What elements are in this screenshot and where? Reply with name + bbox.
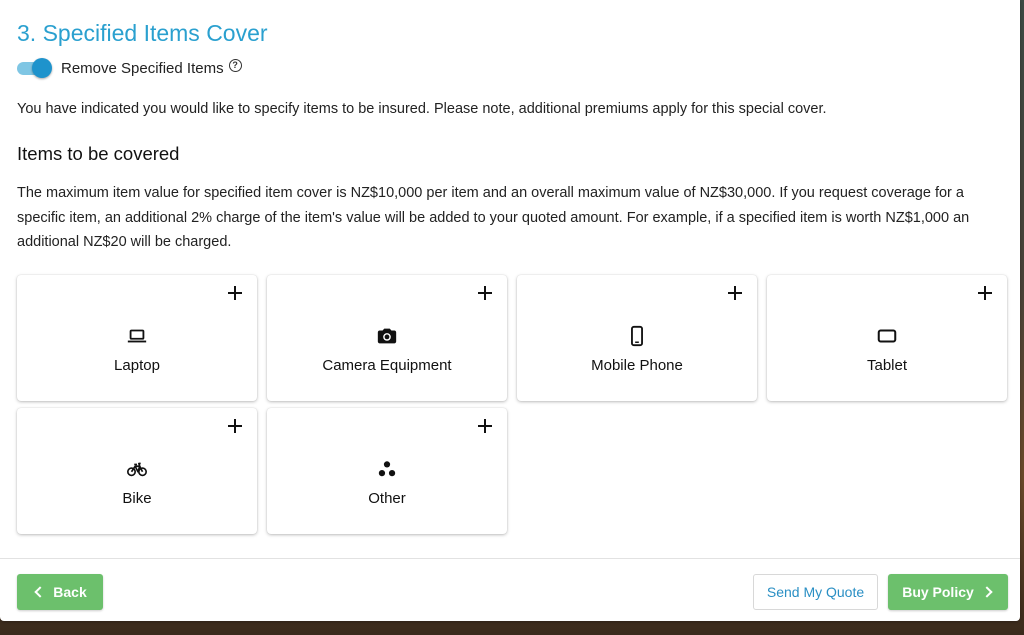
remove-specified-items-row: Remove Specified Items ? (17, 57, 242, 79)
item-card-laptop[interactable]: Laptop (17, 275, 257, 401)
items-description: The maximum item value for specified ite… (17, 185, 970, 250)
footer-divider (0, 558, 1020, 559)
item-card-camera-equipment[interactable]: Camera Equipment (267, 275, 507, 401)
page-title: 3. Specified Items Cover (17, 20, 268, 46)
buy-policy-button[interactable]: Buy Policy (888, 574, 1008, 610)
item-label: Bike (122, 490, 152, 507)
item-card-mobile-phone[interactable]: Mobile Phone (517, 275, 757, 401)
item-label: Laptop (114, 357, 160, 374)
specified-items-panel: 3. Specified Items Cover Remove Specifie… (0, 0, 1020, 621)
tablet-icon (876, 325, 898, 347)
bike-icon (126, 458, 148, 480)
item-card-tablet[interactable]: Tablet (767, 275, 1007, 401)
add-icon[interactable] (477, 285, 493, 301)
send-my-quote-label: Send My Quote (766, 584, 865, 600)
items-heading: Items to be covered (17, 143, 180, 164)
add-icon[interactable] (727, 285, 743, 301)
item-label: Other (368, 490, 406, 507)
send-my-quote-button[interactable]: Send My Quote (753, 574, 878, 610)
toggle-label: Remove Specified Items (61, 59, 224, 77)
chevron-right-icon (981, 586, 993, 598)
mobile-phone-icon (626, 325, 648, 347)
item-label: Mobile Phone (591, 357, 683, 374)
item-label: Camera Equipment (322, 357, 452, 374)
back-button[interactable]: Back (17, 574, 103, 610)
add-icon[interactable] (977, 285, 993, 301)
buy-policy-label: Buy Policy (902, 584, 974, 600)
other-icon (376, 458, 398, 480)
chevron-left-icon (34, 586, 46, 598)
remove-specified-items-toggle[interactable] (17, 57, 52, 79)
camera-icon (376, 325, 398, 347)
add-icon[interactable] (227, 285, 243, 301)
item-label: Tablet (866, 357, 908, 374)
add-icon[interactable] (477, 418, 493, 434)
add-icon[interactable] (227, 418, 243, 434)
item-card-other[interactable]: Other (267, 408, 507, 534)
toggle-knob (32, 58, 52, 78)
back-button-label: Back (53, 584, 87, 600)
intro-text: You have indicated you would like to spe… (17, 101, 827, 117)
help-icon[interactable]: ? (228, 58, 242, 72)
item-card-bike[interactable]: Bike (17, 408, 257, 534)
laptop-icon (126, 325, 148, 347)
